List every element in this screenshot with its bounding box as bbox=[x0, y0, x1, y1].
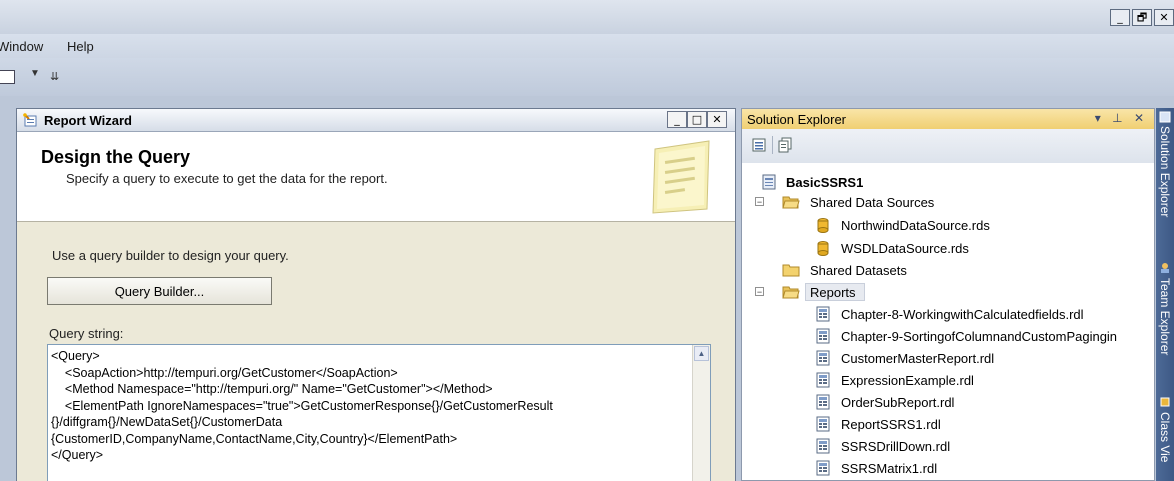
minimize-button[interactable]: _ bbox=[1110, 9, 1130, 26]
tree-item-shared-datasets[interactable]: Shared Datasets bbox=[742, 260, 1142, 280]
team-explorer-tab-icon bbox=[1161, 263, 1169, 273]
wizard-window-controls: _ □ ✕ bbox=[667, 111, 727, 128]
report-wizard-icon bbox=[23, 113, 37, 127]
window-controls: _ 🗗 ✕ bbox=[1110, 9, 1174, 26]
side-tab-solution-explorer[interactable]: Solution Explorer bbox=[1158, 126, 1172, 217]
query-string-label: Query string: bbox=[49, 326, 124, 341]
wizard-subheading: Specify a query to execute to get the da… bbox=[66, 171, 388, 186]
folder-label: Reports bbox=[810, 285, 856, 300]
query-string-text[interactable]: <Query> <SoapAction>http://tempuri.org/G… bbox=[51, 348, 681, 464]
toolbar-separator bbox=[772, 136, 773, 154]
report-label: SSRSMatrix1.rdl bbox=[841, 461, 938, 476]
wizard-close-button[interactable]: ✕ bbox=[707, 111, 727, 128]
show-all-files-icon[interactable] bbox=[778, 137, 794, 153]
report-label: ExpressionExample.rdl bbox=[841, 373, 974, 388]
folder-label: Shared Datasets bbox=[810, 263, 907, 278]
solution-explorer-tab-icon bbox=[1159, 111, 1171, 123]
panel-controls[interactable]: ▾ ⊥ ✕ bbox=[1095, 111, 1148, 125]
new-window-icon[interactable] bbox=[0, 70, 15, 84]
tree-item-report[interactable]: Chapter-9-SortingofColumnandCustomPaging… bbox=[742, 326, 1154, 346]
report-file-icon bbox=[816, 350, 830, 366]
solution-explorer-title-bar[interactable]: Solution Explorer ▾ ⊥ ✕ bbox=[742, 109, 1154, 129]
tree-item-shared-data-sources[interactable]: − Shared Data Sources bbox=[742, 192, 1142, 212]
wizard-heading: Design the Query bbox=[41, 147, 191, 167]
folder-open-icon bbox=[782, 286, 800, 299]
query-builder-instruction: Use a query builder to design your query… bbox=[52, 248, 289, 263]
collapse-icon[interactable]: − bbox=[755, 287, 764, 297]
tree-item-report[interactable]: ReportSSRS1.rdl bbox=[742, 414, 1154, 434]
tree-item-report[interactable]: Chapter-8-WorkingwithCalculatedfields.rd… bbox=[742, 304, 1154, 324]
wizard-maximize-button[interactable]: □ bbox=[687, 111, 707, 128]
report-file-icon bbox=[816, 328, 830, 344]
toolbar-overflow-icon[interactable]: ⇊ bbox=[50, 70, 59, 83]
tree-item-data-source[interactable]: WSDLDataSource.rds bbox=[742, 238, 1142, 258]
side-tab-team-explorer[interactable]: Team Explorer bbox=[1158, 278, 1172, 355]
report-label: ReportSSRS1.rdl bbox=[841, 417, 941, 432]
query-builder-button[interactable]: Query Builder... bbox=[47, 277, 272, 305]
menu-bar: Window Help bbox=[0, 34, 1174, 58]
tree-item-project[interactable]: BasicSSRS1 bbox=[742, 172, 1142, 192]
restore-button[interactable]: 🗗 bbox=[1132, 9, 1152, 26]
tree-item-reports[interactable]: − Reports bbox=[742, 282, 1142, 302]
scroll-up-arrow-icon[interactable]: ▲ bbox=[694, 346, 709, 361]
tree-item-data-source[interactable]: NorthwindDataSource.rds bbox=[742, 215, 1142, 235]
report-file-icon bbox=[816, 372, 830, 388]
folder-label: Shared Data Sources bbox=[810, 195, 935, 210]
project-icon bbox=[762, 174, 776, 190]
close-button[interactable]: ✕ bbox=[1154, 9, 1174, 26]
dropdown-arrow-icon[interactable]: ▼ bbox=[30, 68, 40, 79]
toolbar: ▼ ⇊ bbox=[0, 58, 1174, 96]
query-string-scrollbar[interactable]: ▲ bbox=[692, 345, 710, 481]
properties-icon[interactable] bbox=[752, 137, 768, 153]
side-tab-class-view[interactable]: Class Vie bbox=[1158, 412, 1172, 462]
folder-open-icon bbox=[782, 196, 800, 209]
collapse-icon[interactable]: − bbox=[755, 197, 764, 207]
wizard-title-bar[interactable]: Report Wizard _ □ ✕ bbox=[17, 109, 735, 132]
wizard-minimize-button[interactable]: _ bbox=[667, 111, 687, 128]
tree-item-report[interactable]: SSRSMatrix1.rdl bbox=[742, 458, 1154, 478]
report-page-icon bbox=[652, 140, 710, 214]
report-label: SSRSDrillDown.rdl bbox=[841, 439, 951, 454]
app-title-bar: _ 🗗 ✕ bbox=[0, 0, 1174, 34]
data-source-icon bbox=[817, 218, 829, 233]
report-file-icon bbox=[816, 394, 830, 410]
data-source-label: NorthwindDataSource.rds bbox=[841, 218, 990, 233]
data-source-label: WSDLDataSource.rds bbox=[841, 241, 969, 256]
solution-explorer-toolbar bbox=[742, 129, 1154, 163]
report-file-icon bbox=[816, 416, 830, 432]
report-wizard-dialog: Report Wizard _ □ ✕ Design the Query Spe… bbox=[16, 108, 736, 481]
report-label: CustomerMasterReport.rdl bbox=[841, 351, 995, 366]
query-string-textarea[interactable]: <Query> <SoapAction>http://tempuri.org/G… bbox=[47, 344, 711, 481]
report-label: Chapter-8-WorkingwithCalculatedfields.rd… bbox=[841, 307, 1084, 322]
data-source-icon bbox=[817, 241, 829, 256]
tree-item-report[interactable]: ExpressionExample.rdl bbox=[742, 370, 1154, 390]
solution-explorer-title: Solution Explorer bbox=[747, 112, 846, 127]
wizard-title: Report Wizard bbox=[44, 113, 132, 128]
report-label: Chapter-9-SortingofColumnandCustomPaging… bbox=[841, 329, 1118, 344]
report-label: OrderSubReport.rdl bbox=[841, 395, 955, 410]
menu-item-window[interactable]: Window bbox=[0, 39, 43, 54]
tree-item-report[interactable]: SSRSDrillDown.rdl bbox=[742, 436, 1154, 456]
tree-item-report[interactable]: CustomerMasterReport.rdl bbox=[742, 348, 1154, 368]
folder-closed-icon bbox=[782, 264, 800, 277]
menu-item-help[interactable]: Help bbox=[67, 39, 94, 54]
side-tab-strip: Solution Explorer Team Explorer Class Vi… bbox=[1156, 108, 1174, 481]
solution-explorer-panel: Solution Explorer ▾ ⊥ ✕ BasicSSRS1 − Sha… bbox=[741, 108, 1155, 481]
wizard-header: Design the Query Specify a query to exec… bbox=[17, 132, 735, 222]
project-name: BasicSSRS1 bbox=[786, 175, 864, 190]
tree-item-report[interactable]: OrderSubReport.rdl bbox=[742, 392, 1154, 412]
class-view-tab-icon bbox=[1160, 397, 1170, 407]
report-file-icon bbox=[816, 306, 830, 322]
report-file-icon bbox=[816, 438, 830, 454]
report-file-icon bbox=[816, 460, 830, 476]
